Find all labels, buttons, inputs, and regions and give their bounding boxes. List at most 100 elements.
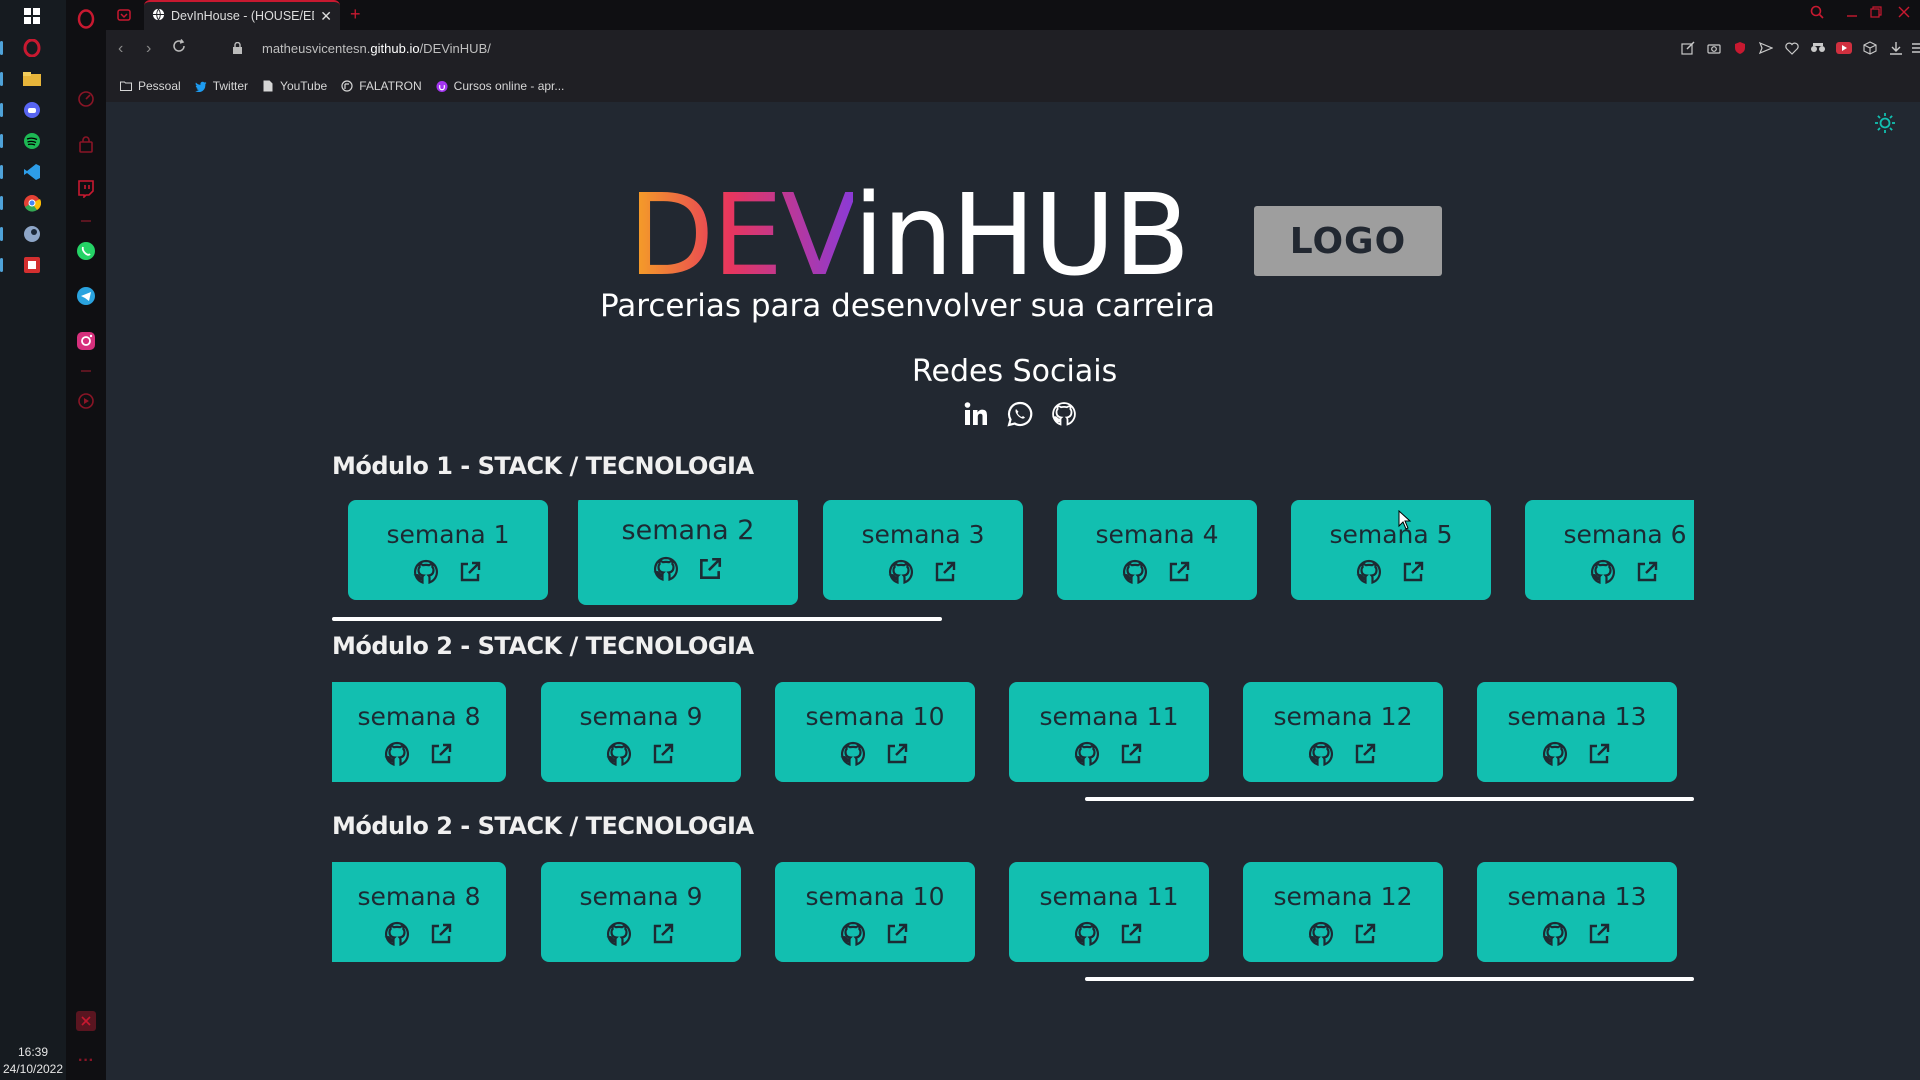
github-icon[interactable] <box>1074 921 1100 947</box>
external-link-icon[interactable] <box>884 741 910 767</box>
player-icon[interactable] <box>75 390 97 412</box>
extensions-cube-icon[interactable] <box>1862 40 1878 56</box>
new-tab-button[interactable]: + <box>350 4 361 25</box>
external-link-icon[interactable] <box>1118 741 1144 767</box>
github-icon[interactable] <box>840 741 866 767</box>
theme-toggle-sun-icon[interactable] <box>1874 112 1896 134</box>
sidebar-settings-icon[interactable] <box>75 1010 97 1032</box>
camera-icon[interactable] <box>1706 40 1722 56</box>
external-link-icon[interactable] <box>1400 559 1426 585</box>
week-card[interactable]: semana 9 <box>541 682 741 782</box>
forward-button[interactable]: › <box>146 40 151 58</box>
github-icon[interactable] <box>1308 741 1334 767</box>
week-card[interactable]: semana 9 <box>541 862 741 962</box>
module-3-scrollbar[interactable] <box>1085 977 1694 981</box>
external-link-icon[interactable] <box>697 556 723 582</box>
opera-icon[interactable] <box>22 38 42 58</box>
snapshot-edit-icon[interactable] <box>1680 40 1696 56</box>
module-1-carousel[interactable]: semana 1 semana 2 semana 3 semana 4 sema… <box>332 500 1694 610</box>
search-tabs-icon[interactable] <box>1810 5 1824 24</box>
bookmark-twitter[interactable]: Twitter <box>194 79 248 93</box>
github-icon[interactable] <box>606 921 632 947</box>
github-icon[interactable] <box>384 741 410 767</box>
github-icon[interactable] <box>840 921 866 947</box>
external-link-icon[interactable] <box>1352 741 1378 767</box>
week-card[interactable]: semana 11 <box>1009 862 1209 962</box>
module-3-carousel[interactable]: semana 8 semana 9 semana 10 semana 11 se… <box>332 862 1694 972</box>
github-icon[interactable] <box>1542 921 1568 947</box>
opera-menu-icon[interactable] <box>75 8 97 30</box>
github-icon[interactable] <box>1356 559 1382 585</box>
week-card[interactable]: semana 4 <box>1057 500 1257 600</box>
chrome-icon[interactable] <box>22 193 42 213</box>
week-card[interactable]: semana 1 <box>348 500 548 600</box>
instagram-icon[interactable] <box>75 330 97 352</box>
week-card[interactable]: semana 5 <box>1291 500 1491 600</box>
bookmark-youtube[interactable]: YouTube <box>262 79 327 93</box>
external-link-icon[interactable] <box>1586 741 1612 767</box>
external-link-icon[interactable] <box>932 559 958 585</box>
send-icon[interactable] <box>1758 40 1774 56</box>
back-button[interactable]: ‹ <box>118 40 123 58</box>
module-1-scrollbar[interactable] <box>332 617 942 621</box>
github-icon[interactable] <box>1074 741 1100 767</box>
external-link-icon[interactable] <box>428 921 454 947</box>
external-link-icon[interactable] <box>650 741 676 767</box>
week-card[interactable]: semana 13 <box>1477 682 1677 782</box>
vscode-icon[interactable] <box>22 162 42 182</box>
github-icon[interactable] <box>413 559 439 585</box>
github-icon[interactable] <box>384 921 410 947</box>
whatsapp-sidebar-icon[interactable] <box>75 240 97 262</box>
app-red-icon[interactable] <box>22 255 42 275</box>
restore-button[interactable] <box>1870 5 1882 23</box>
external-link-icon[interactable] <box>650 921 676 947</box>
week-card[interactable]: semana 3 <box>823 500 1023 600</box>
bookmark-pessoal[interactable]: Pessoal <box>120 79 181 93</box>
lock-icon[interactable] <box>232 41 243 60</box>
external-link-icon[interactable] <box>1586 921 1612 947</box>
module-2-carousel[interactable]: semana 8 semana 9 semana 10 semana 11 se… <box>332 682 1694 792</box>
linkedin-icon[interactable] <box>962 400 990 428</box>
minimize-button[interactable] <box>1846 5 1858 23</box>
extension-red-icon[interactable] <box>1836 40 1852 56</box>
shopping-bag-icon[interactable] <box>75 134 97 156</box>
reload-button[interactable] <box>172 39 186 58</box>
file-explorer-icon[interactable] <box>22 69 42 89</box>
external-link-icon[interactable] <box>428 741 454 767</box>
twitch-icon[interactable] <box>75 178 97 200</box>
download-icon[interactable] <box>1888 40 1904 56</box>
github-icon[interactable] <box>1542 741 1568 767</box>
week-card[interactable]: semana 12 <box>1243 682 1443 782</box>
bookmark-cursos-online[interactable]: Cursos online - apr... <box>436 79 564 93</box>
external-link-icon[interactable] <box>1166 559 1192 585</box>
system-clock[interactable]: 16:39 24/10/2022 <box>0 1044 66 1080</box>
heart-icon[interactable] <box>1784 40 1800 56</box>
github-icon[interactable] <box>1050 400 1078 428</box>
windows-start-icon[interactable] <box>22 6 42 26</box>
week-card[interactable]: semana 2 <box>578 500 798 605</box>
tab-switcher-icon[interactable] <box>116 7 132 28</box>
github-icon[interactable] <box>1590 559 1616 585</box>
week-card[interactable]: semana 8 <box>332 682 506 782</box>
whatsapp-icon[interactable] <box>1006 400 1034 428</box>
external-link-icon[interactable] <box>1352 921 1378 947</box>
week-card[interactable]: semana 11 <box>1009 682 1209 782</box>
bookmark-falatron[interactable]: FALATRON <box>341 79 422 93</box>
close-window-button[interactable] <box>1898 5 1910 23</box>
week-card[interactable]: semana 10 <box>775 682 975 782</box>
extension-glasses-icon[interactable] <box>1810 40 1826 56</box>
external-link-icon[interactable] <box>1634 559 1660 585</box>
module-2-scrollbar[interactable] <box>1085 797 1694 801</box>
external-link-icon[interactable] <box>457 559 483 585</box>
url-field[interactable]: matheusvicentesn.github.io/DEVinHUB/ <box>262 41 491 56</box>
easy-setup-icon[interactable] <box>1910 40 1920 56</box>
active-tab[interactable]: DevInHouse - (HOUSE/EDI ✕ <box>144 0 340 30</box>
tab-close-icon[interactable]: ✕ <box>320 8 332 25</box>
github-icon[interactable] <box>1308 921 1334 947</box>
steam-icon[interactable] <box>22 224 42 244</box>
week-card[interactable]: semana 13 <box>1477 862 1677 962</box>
github-icon[interactable] <box>653 556 679 582</box>
github-icon[interactable] <box>1122 559 1148 585</box>
github-icon[interactable] <box>606 741 632 767</box>
week-card[interactable]: semana 10 <box>775 862 975 962</box>
